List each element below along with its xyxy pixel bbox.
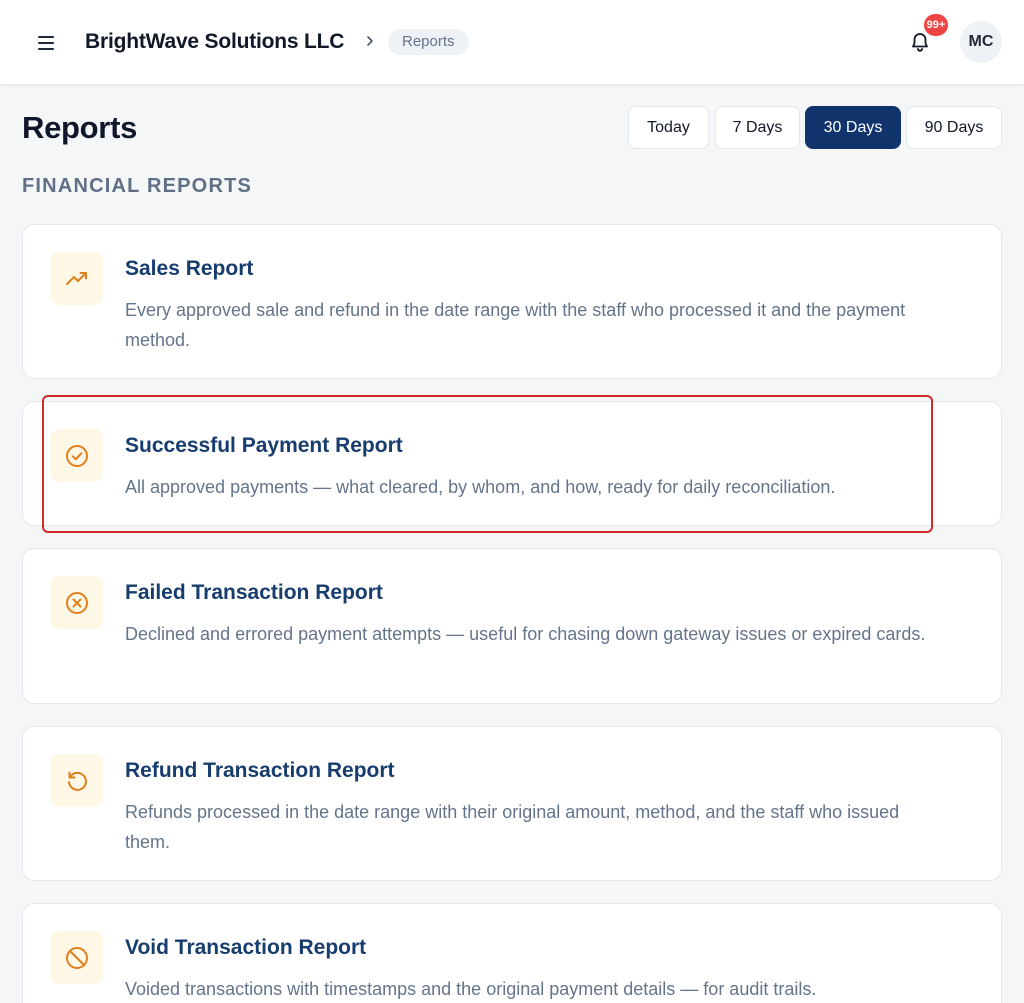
x-circle-icon	[50, 576, 103, 629]
report-title: Sales Report	[125, 257, 254, 280]
report-card-refund-transaction[interactable]: Refund Transaction Report Refunds proces…	[22, 726, 1002, 881]
report-title: Successful Payment Report	[125, 434, 403, 457]
check-circle-icon	[50, 429, 103, 482]
page-title: Reports	[22, 110, 138, 145]
rotate-ccw-icon	[50, 754, 103, 807]
report-description: Refunds processed in the date range with…	[125, 802, 900, 852]
trending-up-icon	[50, 252, 103, 305]
chevron-right-icon	[367, 36, 373, 46]
breadcrumb-current[interactable]: Reports	[388, 29, 469, 55]
report-description: All approved payments — what cleared, by…	[125, 477, 836, 497]
range-button-30-days[interactable]: 30 Days	[805, 106, 901, 149]
section-label: FINANCIAL REPORTS	[22, 175, 253, 197]
notification-badge: 99+	[924, 14, 948, 36]
range-button-7-days[interactable]: 7 Days	[715, 106, 800, 149]
ban-icon	[50, 931, 103, 984]
range-button-90-days[interactable]: 90 Days	[906, 106, 1002, 149]
report-card-successful-payment[interactable]: Successful Payment Report All approved p…	[22, 401, 1002, 526]
report-description: Every approved sale and refund in the da…	[125, 300, 906, 350]
organization-name: BrightWave Solutions LLC	[85, 30, 345, 53]
report-card-failed-transaction[interactable]: Failed Transaction Report Declined and e…	[22, 548, 1002, 704]
user-avatar[interactable]: MC	[960, 21, 1002, 63]
report-card-sales[interactable]: Sales Report Every approved sale and ref…	[22, 224, 1002, 379]
report-title: Refund Transaction Report	[125, 759, 395, 782]
report-title: Void Transaction Report	[125, 936, 367, 959]
range-button-today[interactable]: Today	[628, 106, 709, 149]
report-description: Voided transactions with timestamps and …	[125, 979, 817, 999]
report-description: Declined and errored payment attempts — …	[125, 624, 926, 644]
report-card-void-transaction[interactable]: Void Transaction Report Voided transacti…	[22, 903, 1002, 1003]
hamburger-menu-icon[interactable]	[34, 31, 58, 55]
report-title: Failed Transaction Report	[125, 581, 383, 604]
top-bar: BrightWave Solutions LLC Reports 99+ MC	[0, 0, 1024, 85]
